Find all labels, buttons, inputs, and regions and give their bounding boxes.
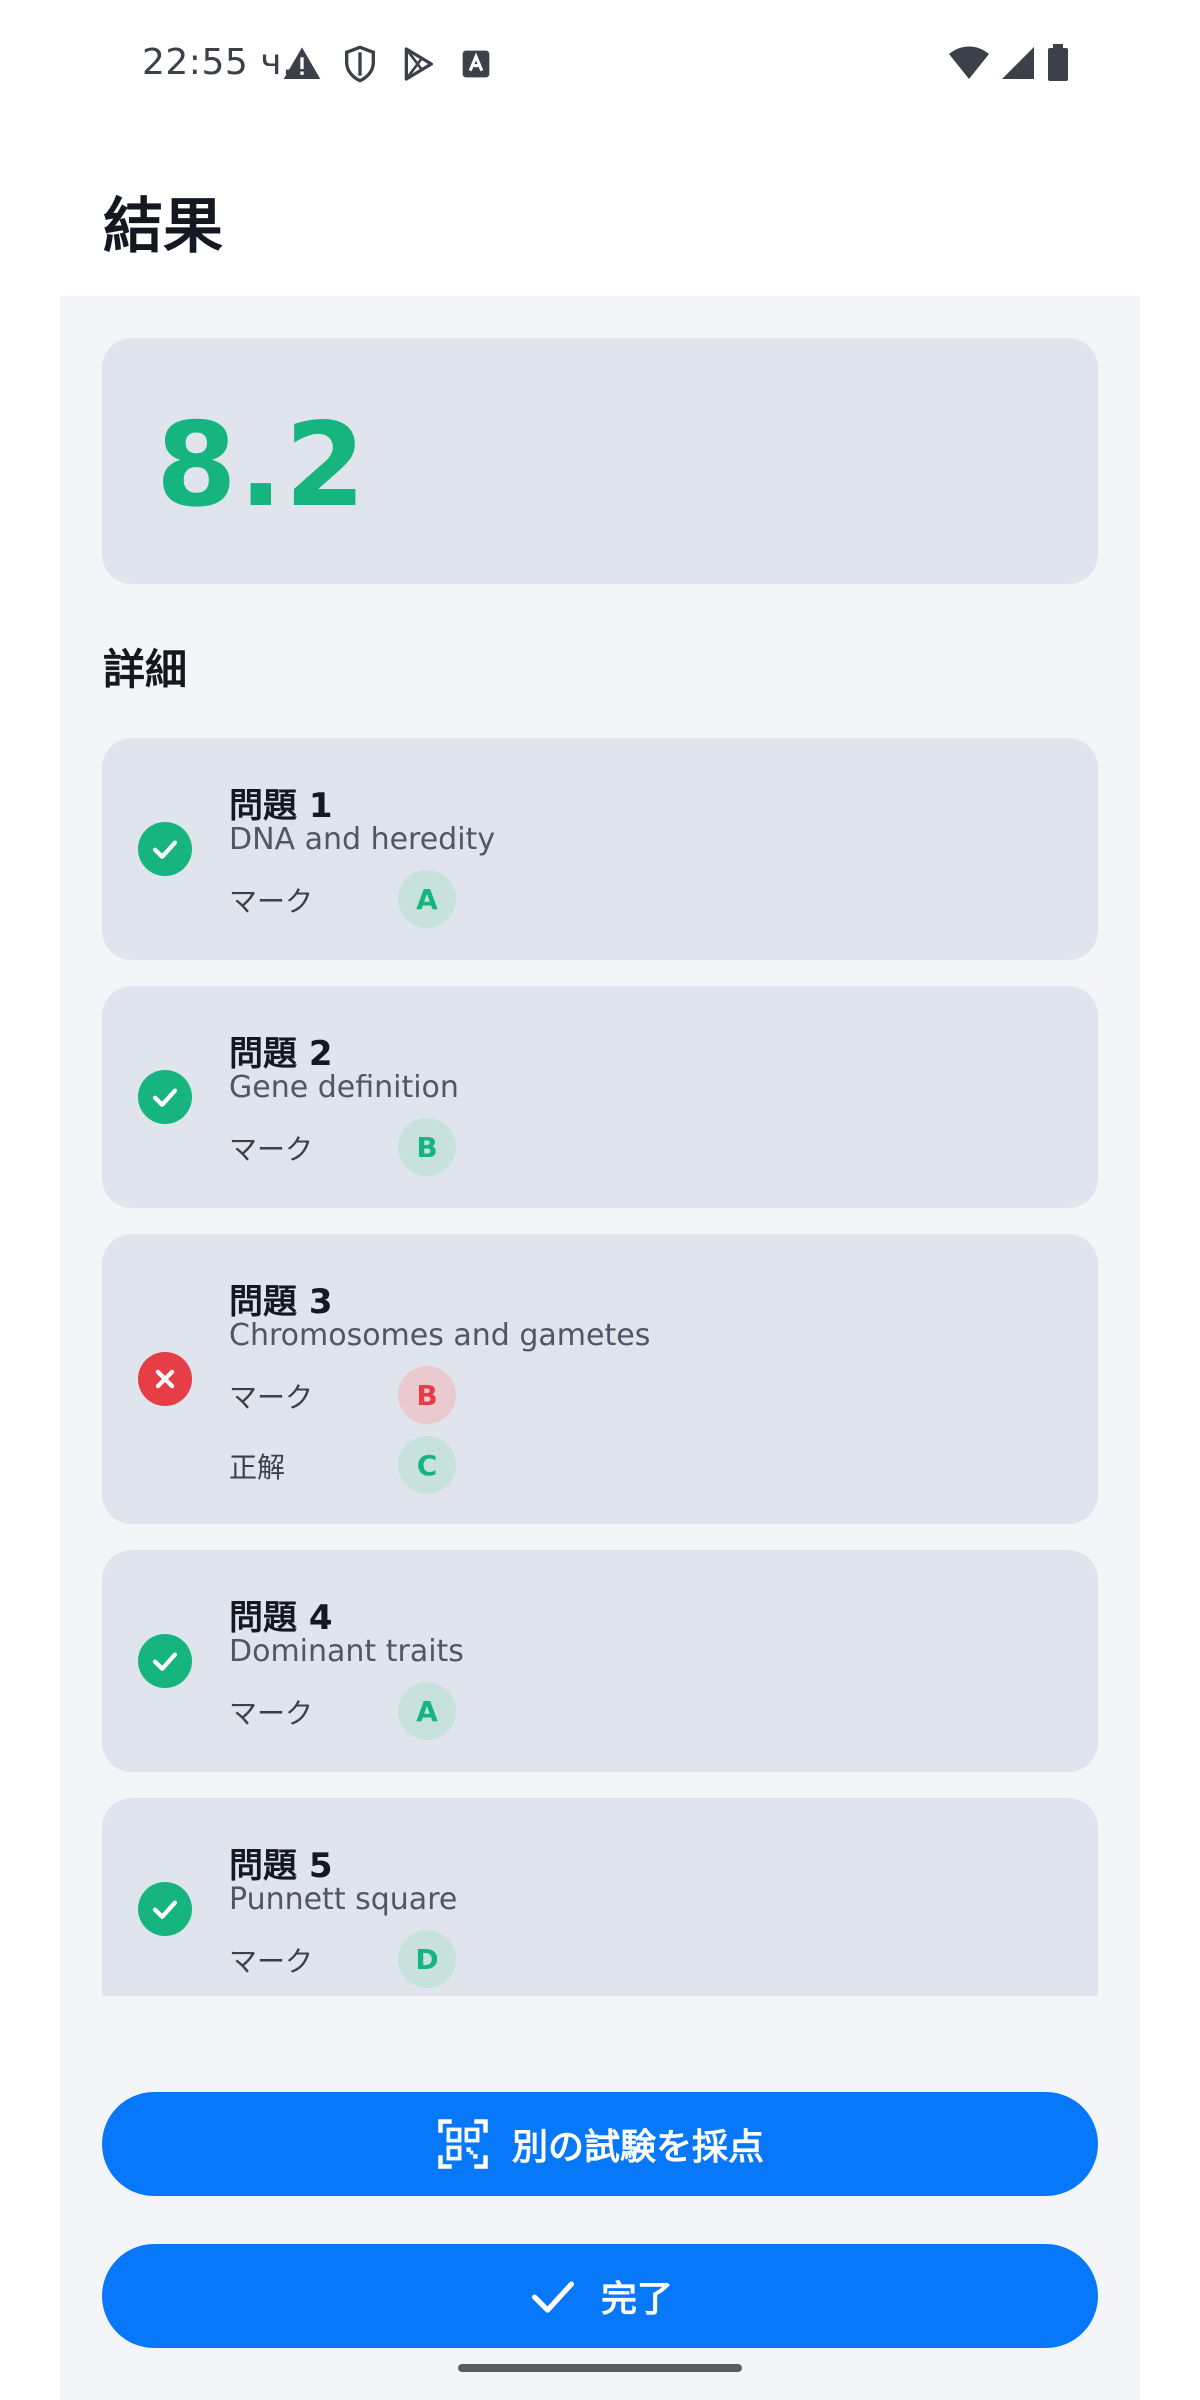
- mark-label: マーク: [229, 1945, 314, 1978]
- page-title: 結果: [103, 192, 223, 262]
- status-bar: 22:55 ч.: [0, 0, 1200, 130]
- question-card-2: 問題 2 Gene definition マーク B: [102, 986, 1098, 1208]
- check-icon: [152, 840, 178, 859]
- score-value: 8.2: [156, 398, 368, 533]
- wifi-icon: [949, 46, 989, 79]
- mark-label: マーク: [229, 1381, 314, 1414]
- correct-status: [138, 822, 192, 876]
- shield-icon: [345, 45, 375, 83]
- results-content[interactable]: 8.2 詳細 問題 1 DNA and heredity マーク A 問題 2 …: [60, 296, 1140, 2400]
- mark-badge: B: [398, 1366, 456, 1424]
- question-title: 問題 3: [229, 1282, 333, 1322]
- home-indicator[interactable]: [458, 2364, 742, 2372]
- check-icon: [531, 2281, 575, 2313]
- status-icons-left: [282, 44, 496, 84]
- question-title: 問題 1: [229, 786, 333, 826]
- correct-answer-badge: C: [398, 1436, 456, 1494]
- mark-label: マーク: [229, 1133, 314, 1166]
- mark-badge: A: [398, 870, 456, 928]
- incorrect-status: [138, 1352, 192, 1406]
- question-title: 問題 5: [229, 1846, 333, 1886]
- status-icons-right: [948, 44, 1070, 82]
- grade-another-label: 別の試験を採点: [511, 2126, 764, 2167]
- question-title: 問題 4: [229, 1598, 333, 1638]
- grade-another-button[interactable]: 別の試験を採点: [102, 2092, 1098, 2196]
- status-time: 22:55 ч.: [142, 42, 294, 83]
- question-card-4: 問題 4 Dominant traits マーク A: [102, 1550, 1098, 1772]
- correct-status: [138, 1634, 192, 1688]
- mark-badge: A: [398, 1682, 456, 1740]
- question-subtitle: Dominant traits: [229, 1634, 464, 1669]
- score-card: 8.2: [102, 338, 1098, 584]
- question-subtitle: DNA and heredity: [229, 822, 496, 857]
- question-subtitle: Gene definition: [229, 1070, 459, 1105]
- question-subtitle: Punnett square: [229, 1882, 458, 1917]
- question-list[interactable]: 問題 1 DNA and heredity マーク A 問題 2 Gene de…: [102, 738, 1098, 1996]
- correct-status: [138, 1882, 192, 1936]
- question-card-5: 問題 5 Punnett square マーク D: [102, 1798, 1098, 1996]
- qr-scan-icon: [438, 2119, 488, 2169]
- question-title: 問題 2: [229, 1034, 333, 1074]
- mark-label: マーク: [229, 885, 314, 918]
- done-button[interactable]: 完了: [102, 2244, 1098, 2348]
- details-title: 詳細: [103, 645, 188, 694]
- check-icon: [152, 1652, 178, 1671]
- signal-icon: [1002, 47, 1034, 79]
- mark-badge: B: [398, 1118, 456, 1176]
- question-card-1: 問題 1 DNA and heredity マーク A: [102, 738, 1098, 960]
- check-icon: [152, 1900, 178, 1919]
- correct-label: 正解: [229, 1451, 286, 1484]
- question-subtitle: Chromosomes and gametes: [229, 1318, 651, 1353]
- question-card-3: 問題 3 Chromosomes and gametes マーク B 正解 C: [102, 1234, 1098, 1524]
- mark-badge: D: [398, 1930, 456, 1988]
- battery-icon: [1048, 44, 1068, 81]
- warning-icon: [283, 47, 321, 79]
- done-label: 完了: [600, 2278, 673, 2319]
- mark-label: マーク: [229, 1697, 314, 1730]
- correct-status: [138, 1070, 192, 1124]
- check-icon: [152, 1088, 178, 1107]
- text-icon: [462, 50, 490, 78]
- close-icon: [155, 1369, 175, 1389]
- play-store-icon: [404, 47, 433, 81]
